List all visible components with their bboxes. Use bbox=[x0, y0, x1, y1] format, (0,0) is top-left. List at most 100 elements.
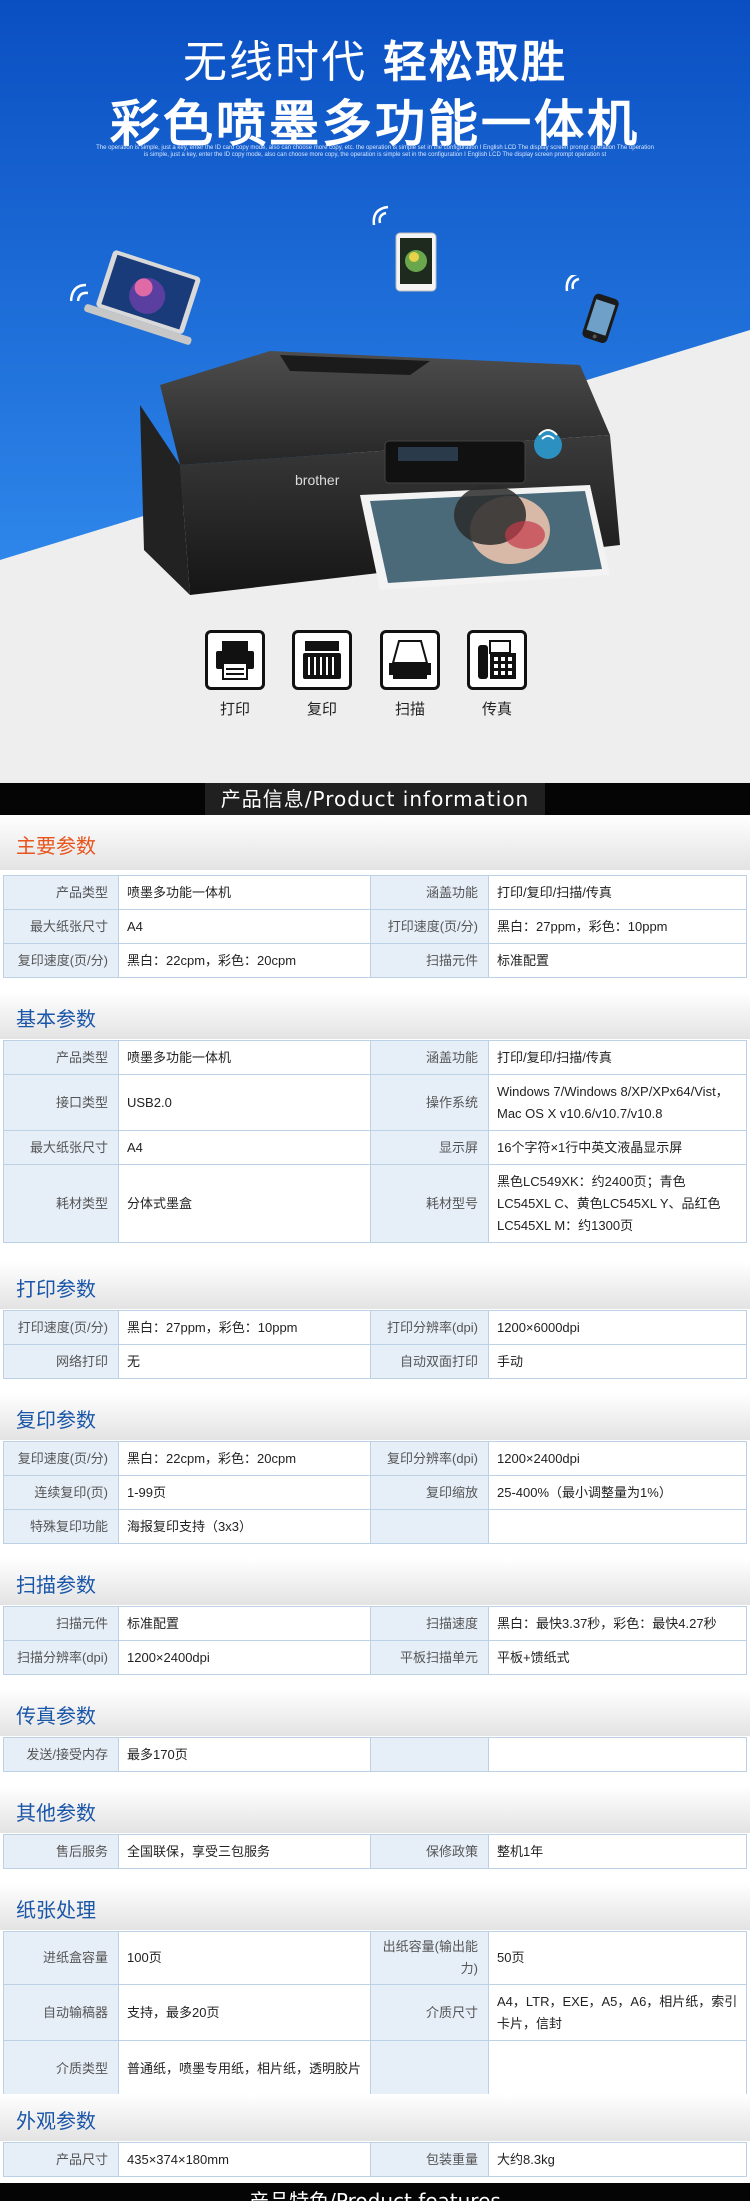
section-header: 基本参数 bbox=[0, 992, 750, 1039]
feature-fax: 传真 bbox=[467, 630, 527, 719]
spec-value: 标准配置 bbox=[488, 943, 747, 978]
spec-table: 产品类型 喷墨多功能一体机 涵盖功能 打印/复印/扫描/传真 最大纸张尺寸 A4 打印速度(… bbox=[3, 875, 747, 978]
spec-value: 海报复印支持（3x3） bbox=[118, 1509, 371, 1544]
spec-table: 打印速度(页/分) 黑白：27ppm，彩色：10ppm 打印分辨率(dpi) 1200… bbox=[3, 1310, 747, 1379]
section-title: 扫描参数 bbox=[16, 1572, 96, 1597]
table-row: 特殊复印功能 海报复印支持（3x3） bbox=[3, 1509, 747, 1544]
spec-value: 1200×6000dpi bbox=[488, 1310, 747, 1345]
section-header: 复印参数 bbox=[0, 1393, 750, 1440]
table-row: 售后服务 全国联保，享受三包服务 保修政策 整机1年 bbox=[3, 1834, 747, 1869]
spec-value: 标准配置 bbox=[118, 1606, 371, 1641]
hero-title: 无线时代 轻松取胜 bbox=[183, 37, 567, 88]
spec-value bbox=[488, 2040, 747, 2097]
spec-value: 黑白：22cpm，彩色：20cpm bbox=[118, 1441, 371, 1476]
table-row: 扫描分辨率(dpi) 1200×2400dpi 平板扫描单元 平板+馈纸式 bbox=[3, 1640, 747, 1675]
section-title: 基本参数 bbox=[16, 1006, 96, 1031]
section-header: 传真参数 bbox=[0, 1689, 750, 1736]
product-info-title: 产品信息/Product information bbox=[205, 783, 545, 815]
spec-value bbox=[488, 1737, 747, 1772]
spec-value: 手动 bbox=[488, 1344, 747, 1379]
spec-key: 打印速度(页/分) bbox=[370, 909, 489, 944]
spec-value: 435×374×180mm bbox=[118, 2142, 371, 2177]
spec-key: 耗材类型 bbox=[3, 1164, 119, 1243]
scanner-icon bbox=[380, 630, 440, 690]
spec-value: 喷墨多功能一体机 bbox=[118, 1040, 371, 1075]
spec-value: A4，LTR，EXE，A5，A6，相片纸，索引卡片，信封 bbox=[488, 1984, 747, 2041]
spec-key: 打印分辨率(dpi) bbox=[370, 1310, 489, 1345]
spec-table: 进纸盒容量 100页 出纸容量(输出能力) 50页 自动输稿器 支持，最多20页 介质尺寸 A… bbox=[3, 1931, 747, 2097]
spec-table: 发送/接受内存 最多170页 bbox=[3, 1737, 747, 1772]
spec-value: 16个字符×1行中英文液晶显示屏 bbox=[488, 1130, 747, 1165]
table-row: 最大纸张尺寸 A4 打印速度(页/分) 黑白：27ppm，彩色：10ppm bbox=[3, 909, 747, 944]
spec-value: 整机1年 bbox=[488, 1834, 747, 1869]
spec-key: 介质尺寸 bbox=[370, 1984, 489, 2041]
spec-key: 发送/接受内存 bbox=[3, 1737, 119, 1772]
section-title: 纸张处理 bbox=[16, 1897, 96, 1922]
table-row: 接口类型 USB2.0 操作系统 Windows 7/Windows 8/XP/XPx… bbox=[3, 1074, 747, 1131]
table-row: 复印速度(页/分) 黑白：22cpm，彩色：20cpm 复印分辨率(dpi) 1200… bbox=[3, 1441, 747, 1476]
table-row: 产品类型 喷墨多功能一体机 涵盖功能 打印/复印/扫描/传真 bbox=[3, 875, 747, 910]
spec-value: 黑色LC549XK：约2400页；青色LC545XL C、黄色LC545XL Y… bbox=[488, 1164, 747, 1243]
spec-key: 连续复印(页) bbox=[3, 1475, 119, 1510]
spec-key: 售后服务 bbox=[3, 1834, 119, 1869]
section-header: 外观参数 bbox=[0, 2094, 750, 2141]
feature-label: 复印 bbox=[306, 700, 337, 718]
spec-key: 耗材型号 bbox=[370, 1164, 489, 1243]
spec-key: 最大纸张尺寸 bbox=[3, 1130, 119, 1165]
spec-key: 包装重量 bbox=[370, 2142, 489, 2177]
spec-value: 黑白：最快3.37秒，彩色：最快4.27秒 bbox=[488, 1606, 747, 1641]
spec-value: 无 bbox=[118, 1344, 371, 1379]
spec-key: 进纸盒容量 bbox=[3, 1931, 119, 1985]
spec-key: 接口类型 bbox=[3, 1074, 119, 1131]
spec-key: 显示屏 bbox=[370, 1130, 489, 1165]
spec-value: 喷墨多功能一体机 bbox=[118, 875, 371, 910]
spec-key: 网络打印 bbox=[3, 1344, 119, 1379]
spec-key: 产品尺寸 bbox=[3, 2142, 119, 2177]
spec-key: 复印缩放 bbox=[370, 1475, 489, 1510]
feature-label: 扫描 bbox=[394, 700, 425, 718]
table-row: 连续复印(页) 1-99页 复印缩放 25-400%（最小调整量为1%） bbox=[3, 1475, 747, 1510]
spec-key: 复印分辨率(dpi) bbox=[370, 1441, 489, 1476]
bottom-section-bar: 产品特色/Product features bbox=[0, 2183, 750, 2201]
spec-key: 扫描元件 bbox=[370, 943, 489, 978]
printer-icon bbox=[205, 630, 265, 690]
printer-brand-label: brother bbox=[295, 472, 340, 488]
table-row: 最大纸张尺寸 A4 显示屏 16个字符×1行中英文液晶显示屏 bbox=[3, 1130, 747, 1165]
spec-table: 产品类型 喷墨多功能一体机 涵盖功能 打印/复印/扫描/传真 接口类型 USB2.0 操作系… bbox=[3, 1040, 747, 1243]
section-title: 传真参数 bbox=[16, 1703, 96, 1728]
copier-icon bbox=[292, 630, 352, 690]
section-header: 主要参数 bbox=[0, 815, 750, 870]
spec-value: 100页 bbox=[118, 1931, 371, 1985]
spec-key bbox=[370, 2040, 489, 2097]
section-header: 纸张处理 bbox=[0, 1883, 750, 1930]
feature-copy: 复印 bbox=[292, 630, 352, 719]
spec-value: 25-400%（最小调整量为1%） bbox=[488, 1475, 747, 1510]
table-row: 产品类型 喷墨多功能一体机 涵盖功能 打印/复印/扫描/传真 bbox=[3, 1040, 747, 1075]
spec-key: 涵盖功能 bbox=[370, 875, 489, 910]
section-header: 扫描参数 bbox=[0, 1558, 750, 1605]
spec-value: 打印/复印/扫描/传真 bbox=[488, 875, 747, 910]
feature-scan: 扫描 bbox=[380, 630, 440, 719]
table-row: 网络打印无自动双面打印 手动 bbox=[3, 1344, 747, 1379]
spec-value: 打印/复印/扫描/传真 bbox=[488, 1040, 747, 1075]
tablet-icon bbox=[372, 205, 437, 292]
section-title: 其他参数 bbox=[16, 1800, 96, 1825]
spec-value: 1-99页 bbox=[118, 1475, 371, 1510]
spec-key: 打印速度(页/分) bbox=[3, 1310, 119, 1345]
spec-value: 全国联保，享受三包服务 bbox=[118, 1834, 371, 1869]
spec-key: 特殊复印功能 bbox=[3, 1509, 119, 1544]
spec-value: 50页 bbox=[488, 1931, 747, 1985]
section-header: 其他参数 bbox=[0, 1786, 750, 1833]
phone-icon bbox=[565, 275, 619, 343]
hero-banner: 无线时代 轻松取胜 彩色喷墨多功能一体机 The operation is si… bbox=[0, 0, 750, 783]
spec-key: 涵盖功能 bbox=[370, 1040, 489, 1075]
spec-key: 产品类型 bbox=[3, 875, 119, 910]
spec-key: 出纸容量(输出能力) bbox=[370, 1931, 489, 1985]
spec-key: 自动输稿器 bbox=[3, 1984, 119, 2041]
laptop-icon bbox=[70, 250, 201, 345]
hero-fine-print: The operation is simple, just a key, ent… bbox=[96, 145, 654, 158]
spec-value: A4 bbox=[118, 1130, 371, 1165]
table-row: 产品尺寸 435×374×180mm 包装重量 大约8.3kg bbox=[3, 2142, 747, 2177]
spec-key: 产品类型 bbox=[3, 1040, 119, 1075]
spec-key: 介质类型 bbox=[3, 2040, 119, 2097]
